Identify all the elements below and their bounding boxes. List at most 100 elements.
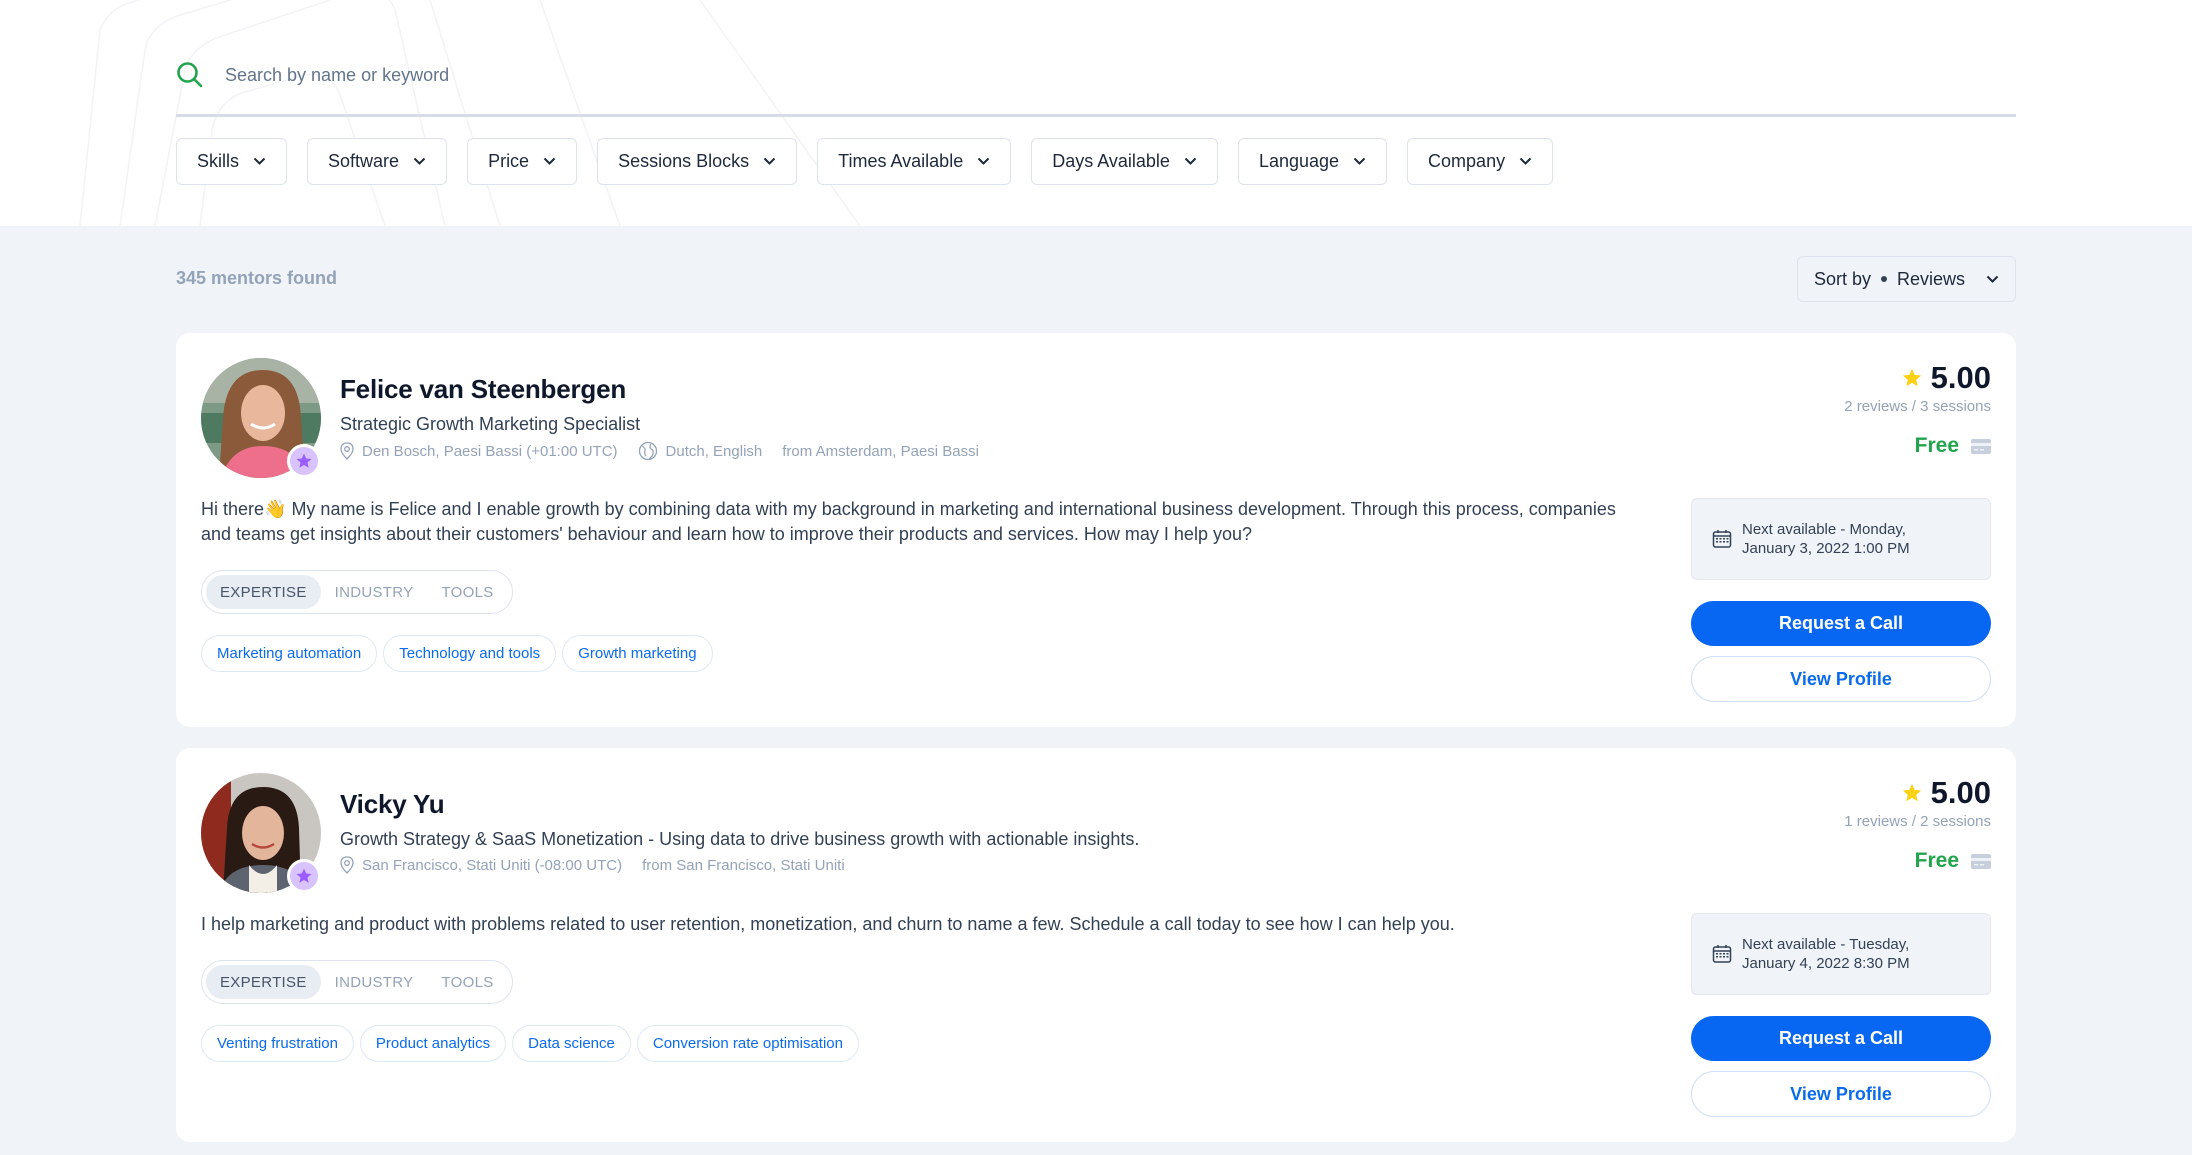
location-pin-icon (340, 442, 354, 460)
chevron-down-icon (977, 157, 990, 166)
price-value: Free (1914, 434, 1959, 457)
skill-tags: Marketing automation Technology and tool… (201, 635, 713, 672)
chevron-down-icon (763, 157, 776, 166)
skill-tags: Venting frustration Product analytics Da… (201, 1025, 859, 1062)
request-call-button[interactable]: Request a Call (1691, 601, 1991, 646)
filter-company[interactable]: Company (1407, 138, 1554, 185)
mentor-name[interactable]: Vicky Yu (340, 789, 445, 820)
tab-industry[interactable]: INDUSTRY (321, 965, 428, 999)
star-icon (295, 452, 313, 470)
star-icon (295, 867, 313, 885)
reviews-count: 2 reviews / 3 sessions (1844, 398, 1991, 415)
credit-card-icon (1971, 853, 1991, 869)
background-decoration (79, 0, 861, 226)
star-icon (1901, 367, 1923, 389)
results-count: 345 mentors found (176, 268, 338, 288)
rating-value: 5.00 (1930, 775, 1991, 810)
skills-tabs: EXPERTISE INDUSTRY TOOLS (201, 570, 513, 614)
calendar-icon (1712, 944, 1732, 964)
tab-tools[interactable]: TOOLS (427, 965, 507, 999)
tab-expertise[interactable]: EXPERTISE (206, 575, 321, 609)
mentor-bio: Hi there👋 My name is Felice and I enable… (201, 499, 1616, 544)
search-header: Skills Software Price Sessions Blocks Ti… (0, 0, 2192, 226)
skill-tag[interactable]: Conversion rate optimisation (636, 1025, 859, 1062)
chevron-down-icon (543, 157, 556, 166)
tab-expertise[interactable]: EXPERTISE (206, 965, 321, 999)
star-icon (1901, 782, 1923, 804)
globe-icon (638, 441, 658, 461)
next-available: Next available - Monday, January 3, 2022… (1691, 498, 1991, 580)
filter-days-available[interactable]: Days Available (1031, 138, 1218, 185)
tab-industry[interactable]: INDUSTRY (321, 575, 428, 609)
filter-skills[interactable]: Skills (176, 138, 288, 185)
rating-value: 5.00 (1930, 360, 1991, 395)
featured-badge (287, 444, 321, 478)
booking-panel: 5.00 2 reviews / 3 sessions Free Next av… (1691, 333, 1991, 727)
search-input[interactable] (225, 64, 1925, 86)
next-available: Next available - Tuesday, January 4, 202… (1691, 913, 1991, 995)
filter-label: Company (1428, 151, 1506, 171)
filter-label: Language (1258, 151, 1340, 171)
mentor-meta: Den Bosch, Paesi Bassi (+01:00 UTC) Dutc… (340, 441, 999, 461)
filter-label: Times Available (838, 151, 964, 171)
rating: 5.00 (1901, 360, 1991, 396)
skill-tag[interactable]: Venting frustration (201, 1025, 354, 1062)
next-available-datetime: January 3, 2022 1:00 PM (1742, 540, 1910, 557)
mentor-languages: Dutch, English (665, 442, 763, 460)
skills-tabs: EXPERTISE INDUSTRY TOOLS (201, 960, 513, 1004)
featured-badge (287, 859, 321, 893)
search-bar[interactable] (176, 55, 2016, 95)
search-icon (176, 61, 204, 89)
chevron-down-icon (1353, 157, 1366, 166)
filter-label: Sessions Blocks (618, 151, 750, 171)
tab-tools[interactable]: TOOLS (427, 575, 507, 609)
mentor-location: San Francisco, Stati Uniti (-08:00 UTC) (362, 856, 623, 874)
mentor-title: Strategic Growth Marketing Specialist (340, 414, 641, 434)
view-profile-button[interactable]: View Profile (1691, 656, 1991, 702)
filter-bar: Skills Software Price Sessions Blocks Ti… (176, 138, 1554, 185)
skill-tag[interactable]: Technology and tools (383, 635, 557, 672)
mentor-bio: I help marketing and product with proble… (201, 914, 1455, 934)
price-value: Free (1914, 849, 1959, 872)
next-available-day: Next available - Tuesday, (1742, 936, 1910, 953)
price: Free (1915, 849, 1991, 873)
location-pin-icon (340, 856, 354, 874)
skill-tag[interactable]: Product analytics (359, 1025, 507, 1062)
filter-times-available[interactable]: Times Available (817, 138, 1012, 185)
rating: 5.00 (1901, 775, 1991, 811)
chevron-down-icon (253, 157, 266, 166)
skill-tag[interactable]: Growth marketing (562, 635, 713, 672)
mentor-meta: San Francisco, Stati Uniti (-08:00 UTC) … (340, 856, 865, 874)
filter-sessions-blocks[interactable]: Sessions Blocks (597, 138, 798, 185)
mentor-name[interactable]: Felice van Steenbergen (340, 374, 626, 405)
filter-price[interactable]: Price (467, 138, 578, 185)
filter-label: Days Available (1052, 151, 1170, 171)
mentor-card: Vicky Yu Growth Strategy & SaaS Monetiza… (176, 748, 2016, 1142)
view-profile-button[interactable]: View Profile (1691, 1071, 1991, 1117)
skill-tag[interactable]: Marketing automation (201, 635, 378, 672)
sort-value: Reviews (1897, 268, 1966, 289)
filter-software[interactable]: Software (307, 138, 448, 185)
calendar-icon (1712, 529, 1732, 549)
request-call-button[interactable]: Request a Call (1691, 1016, 1991, 1061)
credit-card-icon (1971, 438, 1991, 454)
filter-label: Software (328, 151, 400, 171)
chevron-down-icon (413, 157, 426, 166)
mentor-location: Den Bosch, Paesi Bassi (+01:00 UTC) (362, 442, 618, 460)
mentor-title: Growth Strategy & SaaS Monetization - Us… (340, 829, 1140, 849)
booking-panel: 5.00 1 reviews / 2 sessions Free Next av… (1691, 748, 1991, 1142)
price: Free (1915, 434, 1991, 458)
mentor-origin: from Amsterdam, Paesi Bassi (782, 442, 979, 460)
sort-label: Sort by (1814, 268, 1872, 289)
separator-dot (1881, 276, 1888, 282)
chevron-down-icon (1519, 157, 1532, 166)
chevron-down-icon (1986, 275, 1999, 284)
next-available-datetime: January 4, 2022 8:30 PM (1742, 955, 1910, 972)
skill-tag[interactable]: Data science (512, 1025, 631, 1062)
sort-dropdown[interactable]: Sort by Reviews (1797, 256, 2016, 302)
chevron-down-icon (1184, 157, 1197, 166)
mentor-card: Felice van Steenbergen Strategic Growth … (176, 333, 2016, 727)
mentor-origin: from San Francisco, Stati Uniti (642, 856, 845, 874)
filter-language[interactable]: Language (1237, 138, 1388, 185)
reviews-count: 1 reviews / 2 sessions (1844, 813, 1991, 830)
